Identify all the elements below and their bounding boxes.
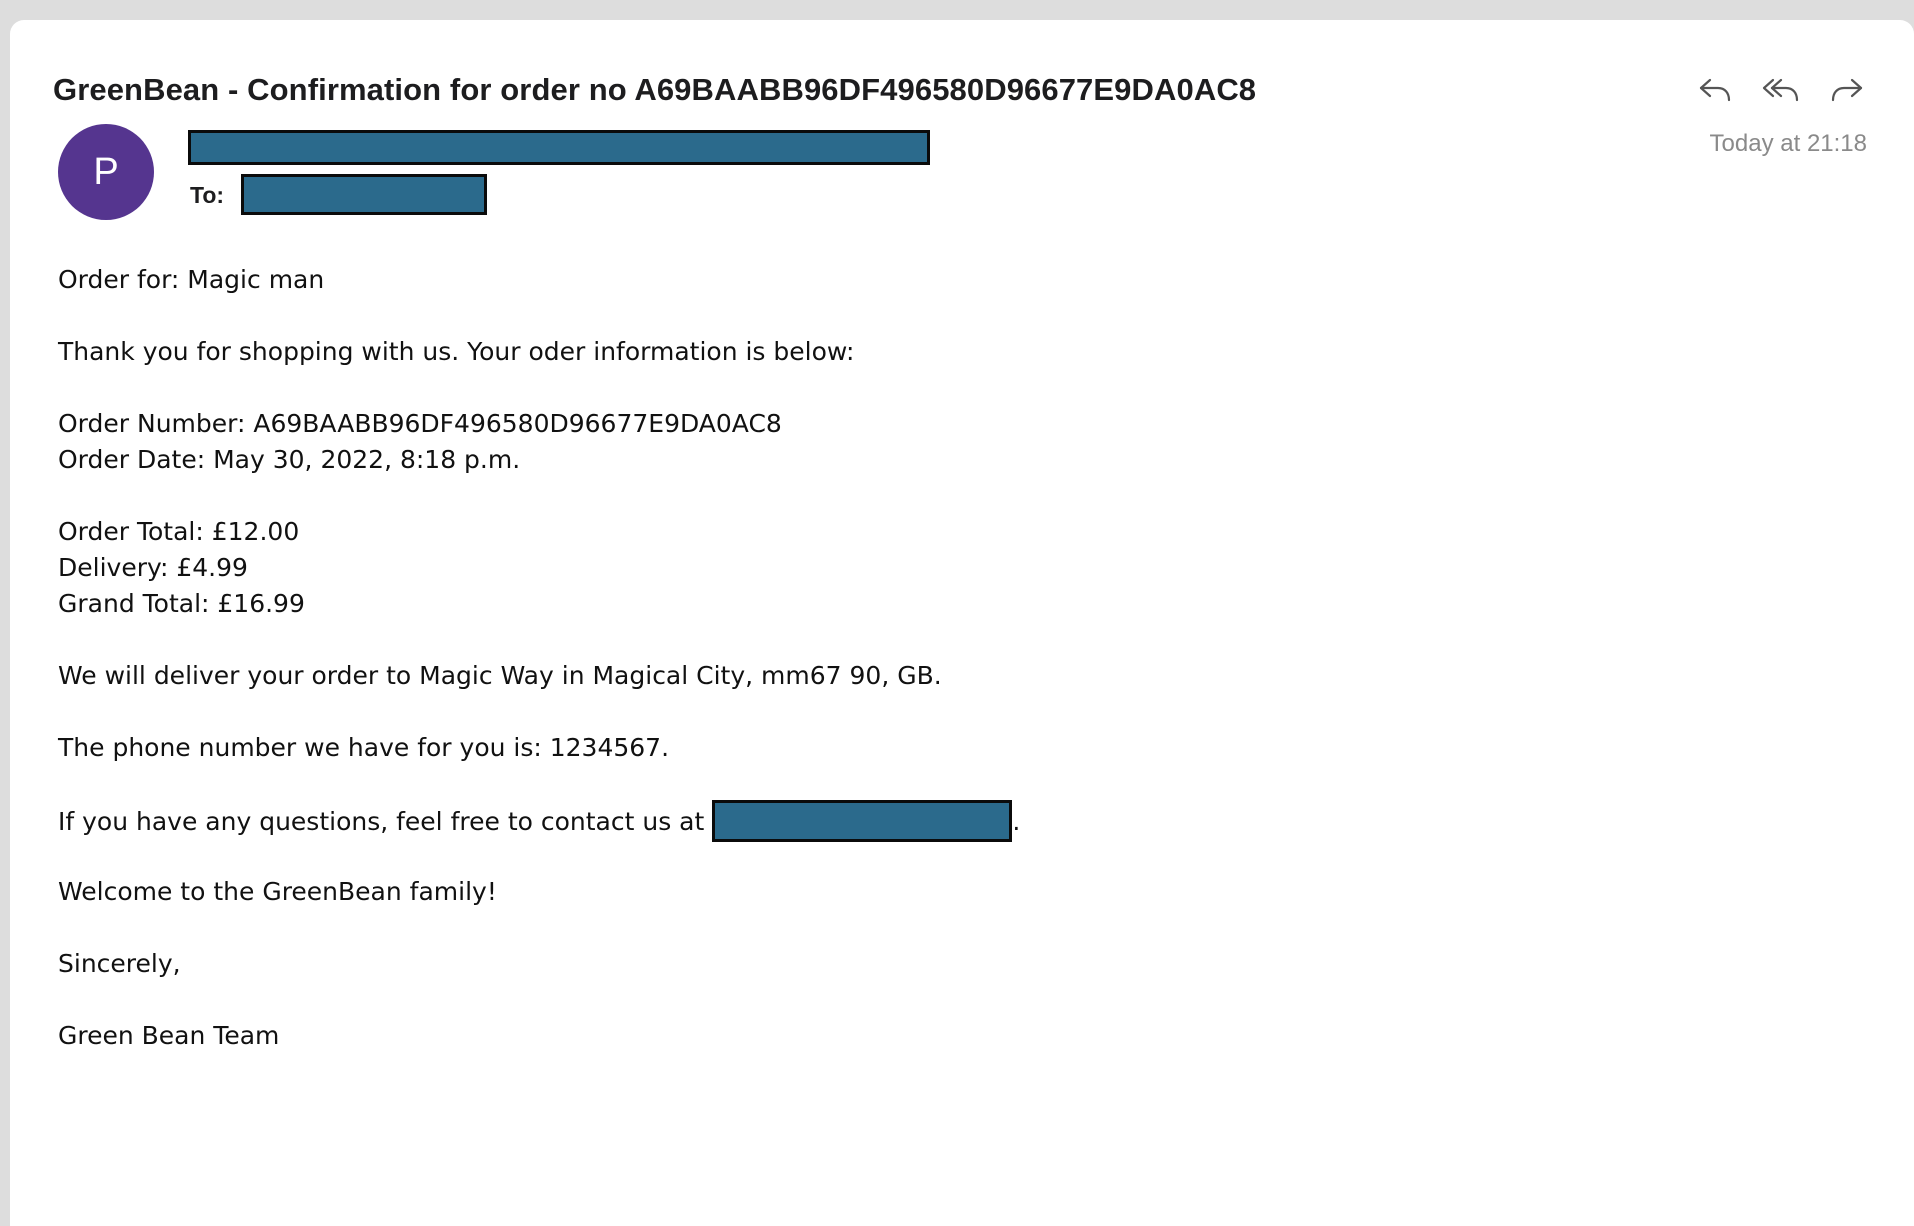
reply-all-button[interactable] [1761,70,1801,110]
questions-line: If you have any questions, feel free to … [58,800,1021,842]
email-viewer: GreenBean - Confirmation for order no A6… [10,20,1914,1226]
email-body: Order for: Magic man Thank you for shopp… [58,262,1020,1054]
sender-redaction [188,130,930,165]
forward-button[interactable] [1827,70,1867,110]
reply-icon [1699,78,1731,102]
order-for-line: Order for: Magic man [58,265,325,294]
thanks-line: Thank you for shopping with us. Your ode… [58,337,855,366]
order-total-line: Order Total: £12.00 [58,517,300,546]
message-actions [1695,70,1867,110]
contact-email-redaction [712,800,1013,842]
grand-total-line: Grand Total: £16.99 [58,589,305,618]
questions-period: . [1012,807,1021,836]
order-date-line: Order Date: May 30, 2022, 8:18 p.m. [58,445,521,474]
forward-icon [1831,78,1863,102]
recipient-redaction [241,174,487,215]
delivery-address-line: We will deliver your order to Magic Way … [58,661,942,690]
signature-line: Green Bean Team [58,1021,280,1050]
email-subject: GreenBean - Confirmation for order no A6… [53,72,1257,107]
reply-all-icon [1762,78,1799,102]
questions-text: If you have any questions, feel free to … [58,807,705,836]
delivery-line: Delivery: £4.99 [58,553,248,582]
to-label: To: [190,182,225,208]
sender-avatar: P [58,124,154,220]
closing-line: Sincerely, [58,949,181,978]
phone-line: The phone number we have for you is: 123… [58,733,670,762]
welcome-line: Welcome to the GreenBean family! [58,877,497,906]
message-timestamp: Today at 21:18 [1709,130,1867,157]
order-number-line: Order Number: A69BAABB96DF496580D96677E9… [58,409,782,438]
reply-button[interactable] [1695,70,1735,110]
